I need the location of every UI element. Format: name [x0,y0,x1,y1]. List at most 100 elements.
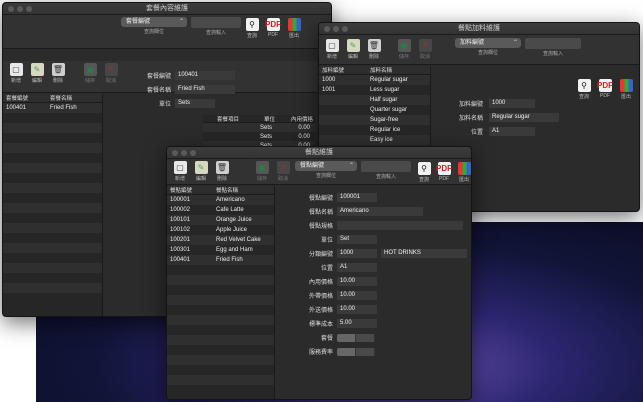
set-id-field[interactable]: 100401 [175,71,235,80]
meal-window-title: 餐點維護 [305,149,333,156]
set-new-button[interactable]: ▢ 新增 [7,63,25,90]
set-name-field[interactable]: Fried Fish [175,85,235,94]
table-row[interactable]: Quarter sugar [319,105,430,115]
set-list-header: 套餐編號 套餐名稱 [3,94,102,103]
zoom-light[interactable] [342,26,348,32]
meal-cancel-button[interactable]: ✕ 取消 [274,161,292,182]
table-row[interactable]: 100301 Egg and Ham [167,245,274,255]
addon-cancel-button[interactable]: ✕ 取消 [416,39,434,60]
meal-find-button[interactable]: ⚲ 查詢 [415,162,433,183]
table-row[interactable]: 100201 Red Velvet Cake [167,235,274,245]
table-row[interactable]: 1001 Less sugar [319,85,430,95]
meal-search-input[interactable] [361,161,411,172]
zoom-light[interactable] [26,6,32,12]
table-row[interactable]: 100102 Apple Juice [167,225,274,235]
meal-takeout-label: 外帶價格 [308,294,333,300]
addon-id-label: 加料編號 [458,102,483,108]
addon-selector-hint: 查詢欄位 [477,50,498,56]
meal-dinein-field[interactable]: 10.00 [337,277,377,286]
minimize-light[interactable] [181,150,187,156]
trash-icon: 🗑 [51,63,65,76]
set-export-button[interactable]: 匯出 [285,18,303,39]
meal-position-field[interactable]: A1 [337,263,377,272]
set-pdf-button[interactable]: PDF PDF [264,18,282,39]
meal-category-field[interactable]: 1000 [337,249,377,258]
set-edit-button[interactable]: ✎ 編輯 [28,63,46,90]
meal-category-name: HOT DRINKS [381,249,467,258]
cancel-icon: ✕ [418,39,432,52]
close-light[interactable] [172,150,178,156]
table-row[interactable]: 100001 Americano [167,195,274,205]
close-light[interactable] [324,26,330,32]
minimize-light[interactable] [333,26,339,32]
table-row[interactable]: 100401 Fried Fish [167,255,274,265]
meal-delete-button[interactable]: 🗑 刪除 [213,161,231,182]
meal-delivery-field[interactable]: 10.00 [337,305,377,314]
addon-name-field[interactable]: Regular sugar [489,113,559,122]
meal-selector-hint: 查詢欄位 [315,173,336,179]
edit-icon: ✎ [194,161,208,174]
set-search-input[interactable] [191,17,241,28]
minimize-light[interactable] [17,6,23,12]
meal-id-field[interactable]: 100001 [337,193,377,202]
addon-field-selector[interactable]: 加料編號 [455,38,521,48]
table-row[interactable]: Regular ice [319,125,430,135]
meal-name-field[interactable]: Americano [337,207,423,216]
meal-set-toggle[interactable] [337,333,375,342]
meal-delivery-label: 外送價格 [308,308,333,314]
meal-pdf-button[interactable]: PDF PDF [435,162,453,183]
table-row[interactable]: 1000 Regular sugar [319,75,430,85]
new-document-icon: ▢ [9,63,23,76]
addon-save-button[interactable]: ▣ 儲存 [395,39,413,60]
table-row[interactable]: Sets0.00 [203,132,315,141]
set-cancel-button[interactable]: ✕ 取消 [102,63,120,90]
meal-service-toggle[interactable] [337,347,375,356]
export-icon [619,79,633,92]
meal-spec-label: 餐點規格 [308,224,333,230]
edit-icon: ✎ [30,63,44,76]
addon-id-field[interactable]: 1000 [489,99,535,108]
addon-name-label: 加料名稱 [458,116,483,122]
table-row[interactable]: Half sugar [319,95,430,105]
addon-export-button[interactable]: 匯出 [617,79,635,100]
meal-save-button[interactable]: ▣ 儲存 [253,161,271,182]
meal-name-label: 餐點名稱 [308,210,333,216]
set-field-selector[interactable]: 套餐編號 [121,17,187,27]
set-name-label: 套餐名稱 [146,88,171,94]
meal-toolbar: ▢新增 ✎編輯 🗑刪除 ▣儲存 ✕取消 餐點編號 查詢欄位 查詢輸入 ⚲查詢 P… [167,159,471,185]
table-row[interactable]: 100401 Fried Fish [3,103,102,113]
meal-unit-field[interactable]: Set [337,235,377,244]
zoom-light[interactable] [190,150,196,156]
addon-pos-field[interactable]: A1 [489,127,535,136]
addon-search-input[interactable] [525,38,581,49]
export-icon [287,18,301,31]
meal-category-label: 分類編號 [308,252,333,258]
meal-service-label: 服務費率 [308,350,333,356]
meal-takeout-field[interactable]: 10.00 [337,291,377,300]
table-row[interactable]: 100101 Orange Juice [167,215,274,225]
set-find-button[interactable]: ⚲ 查詢 [243,18,261,39]
meal-field-selector[interactable]: 餐點編號 [295,161,357,171]
meal-cost-field[interactable]: 5.00 [337,319,377,328]
meal-export-button[interactable]: 匯出 [455,162,471,183]
set-save-button[interactable]: ▣ 儲存 [81,63,99,90]
meal-edit-button[interactable]: ✎ 編輯 [192,161,210,182]
export-icon [457,162,471,175]
set-unit-field[interactable]: Sets [175,99,215,108]
addon-delete-button[interactable]: 🗑 刪除 [365,39,383,60]
addon-pdf-button[interactable]: PDF PDF [596,79,614,100]
addon-right-tools: ⚲ 查詢 PDF PDF 匯出 [575,79,635,100]
table-row[interactable]: Sets0.00 [203,123,315,132]
addon-new-button[interactable]: ▢ 新增 [323,39,341,60]
table-row[interactable]: 100002 Cafe Latte [167,205,274,215]
table-row[interactable]: Easy ice [319,135,430,145]
table-row[interactable]: Sugar-free [319,115,430,125]
table-row [3,113,102,123]
close-light[interactable] [8,6,14,12]
meal-new-button[interactable]: ▢ 新增 [171,161,189,182]
pdf-icon: PDF [436,162,452,175]
set-delete-button[interactable]: 🗑 刪除 [49,63,67,90]
addon-edit-button[interactable]: ✎ 編輯 [344,39,362,60]
addon-find-button[interactable]: ⚲ 查詢 [575,79,593,100]
meal-spec-field[interactable] [337,221,463,230]
